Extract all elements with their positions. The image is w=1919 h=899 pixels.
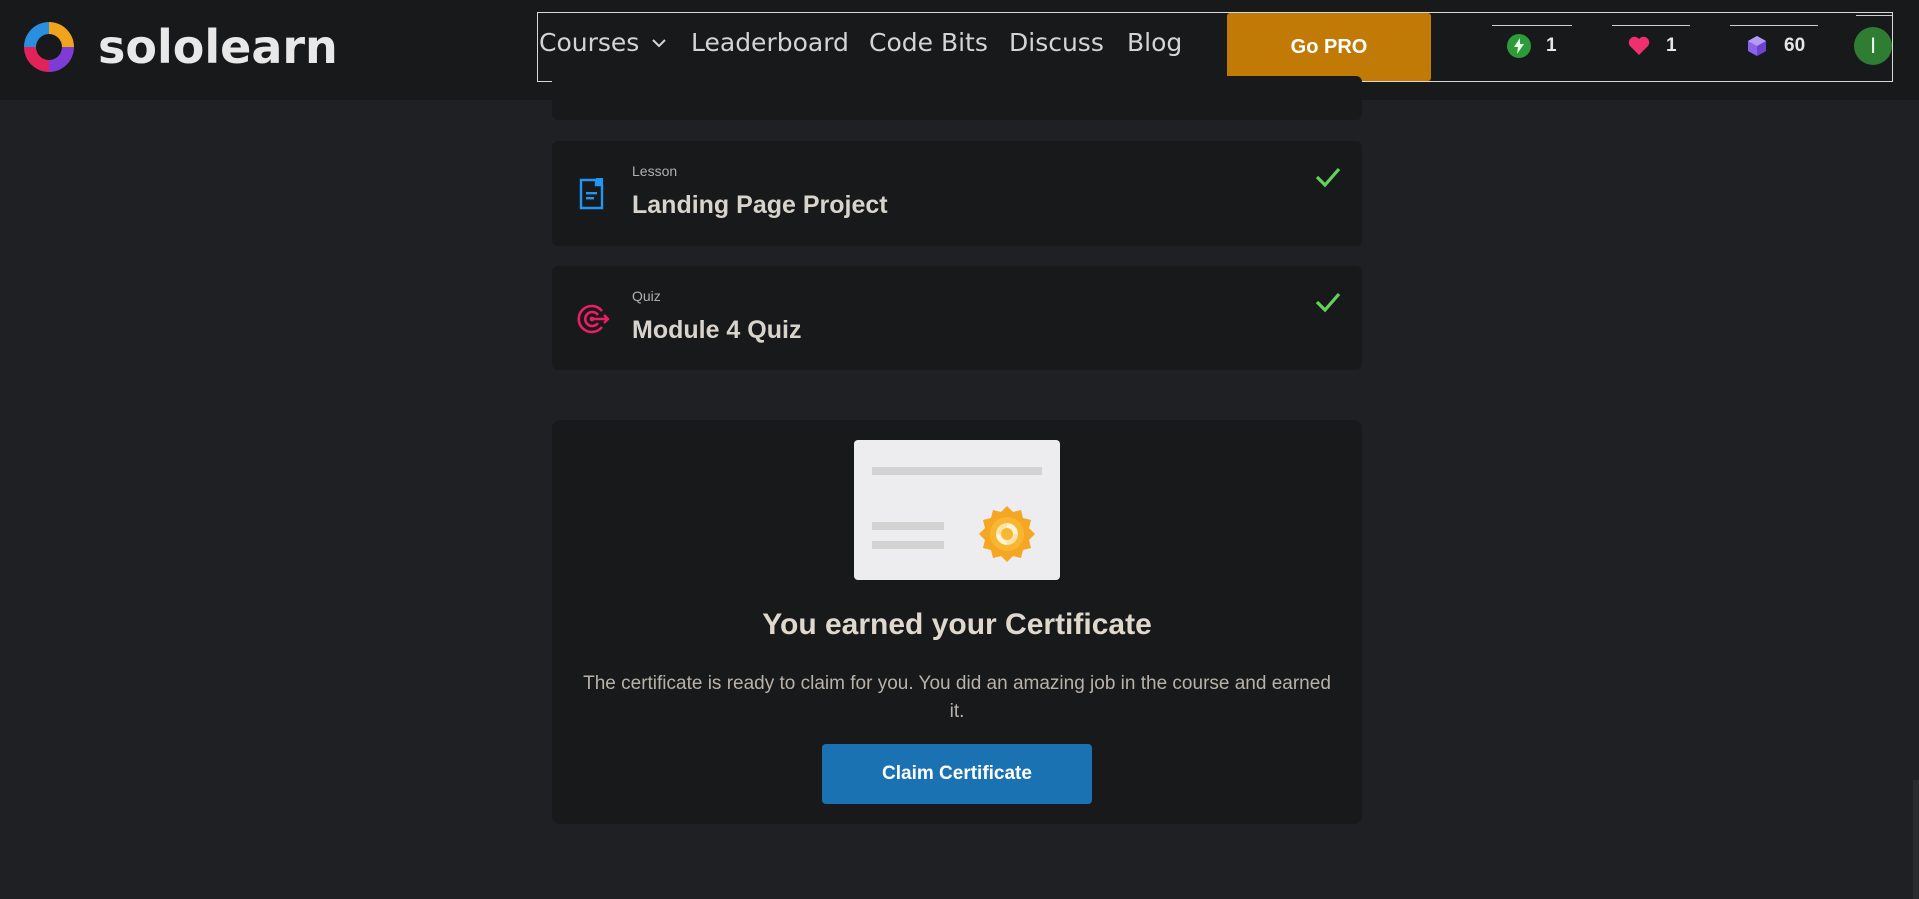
main-nav: Courses Leaderboard Code Bits Discuss Bl… [537, 12, 1893, 82]
avatar-underline [1856, 15, 1892, 16]
nav-courses-label: Courses [539, 28, 640, 57]
certificate-card: You earned your Certificate The certific… [552, 420, 1362, 824]
lesson-card[interactable]: Lesson Landing Page Project [552, 141, 1362, 246]
claim-certificate-button[interactable]: Claim Certificate [822, 744, 1092, 804]
quiz-card[interactable]: Quiz Module 4 Quiz [552, 266, 1362, 370]
certificate-description: The certificate is ready to claim for yo… [583, 673, 1331, 722]
certificate-image-icon [872, 467, 1042, 562]
hearts-underline [1612, 25, 1690, 26]
sololearn-logo-icon [24, 22, 74, 72]
go-pro-button[interactable]: Go PRO [1227, 13, 1431, 81]
scrollbar-thumb[interactable] [1913, 780, 1919, 899]
streak-count: 1 [1546, 35, 1557, 56]
heart-icon [1628, 36, 1650, 55]
streak-counter[interactable]: 1 [1492, 25, 1572, 59]
gems-counter[interactable]: 60 [1730, 25, 1818, 59]
logo[interactable]: sololearn [18, 16, 338, 78]
chevron-down-icon [652, 38, 667, 47]
lesson-doc-icon [579, 178, 604, 210]
item-title: Module 4 Quiz [632, 316, 802, 344]
item-title: Landing Page Project [632, 191, 888, 219]
nav-code-bits[interactable]: Code Bits [869, 28, 988, 57]
previous-item-card[interactable] [552, 76, 1362, 120]
nav-discuss[interactable]: Discuss [1009, 28, 1104, 57]
avatar[interactable]: I [1854, 27, 1892, 65]
item-kind-label: Quiz [632, 288, 661, 304]
gem-icon [1748, 36, 1766, 56]
gems-count: 60 [1784, 35, 1806, 56]
item-kind-label: Lesson [632, 163, 678, 179]
certificate-illustration [854, 440, 1060, 580]
streak-underline [1492, 25, 1572, 26]
lightning-icon [1507, 34, 1531, 58]
logo-text: sololearn [98, 20, 338, 74]
nav-courses[interactable]: Courses [539, 28, 667, 57]
nav-blog[interactable]: Blog [1127, 28, 1182, 57]
certificate-heading: You earned your Certificate [762, 608, 1152, 641]
hearts-count: 1 [1666, 35, 1677, 56]
hearts-counter[interactable]: 1 [1612, 25, 1690, 59]
nav-leaderboard[interactable]: Leaderboard [691, 28, 849, 57]
quiz-target-icon [577, 304, 610, 334]
gems-underline [1730, 25, 1818, 26]
checkmark-icon [1315, 167, 1341, 188]
checkmark-icon [1315, 292, 1341, 313]
